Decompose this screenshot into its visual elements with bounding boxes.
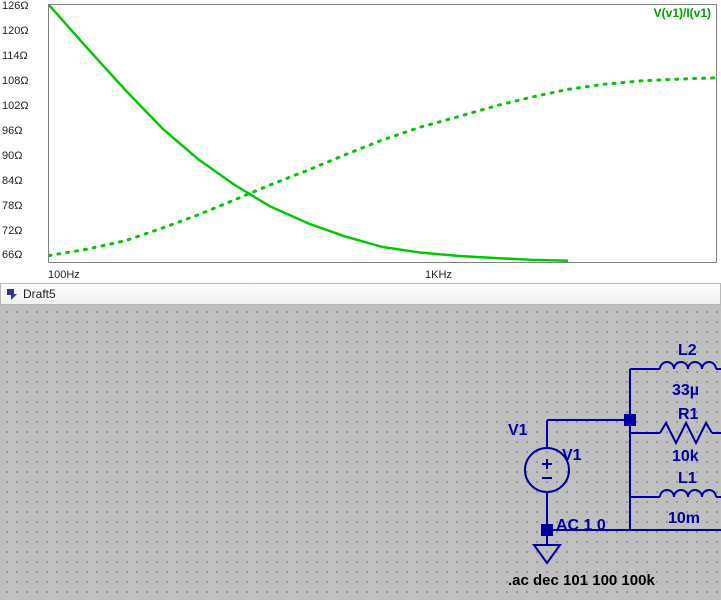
directive-ac[interactable]: AC 1 0	[556, 517, 606, 534]
x-tick: 100Hz	[48, 269, 80, 281]
label-r1-name[interactable]: R1	[678, 406, 699, 423]
y-tick: 108Ω	[2, 75, 29, 87]
component-r1[interactable]	[660, 423, 721, 443]
y-tick: 102Ω	[2, 100, 29, 112]
label-l2-value[interactable]: 33µ	[672, 382, 699, 399]
label-v1-name[interactable]: V1	[508, 422, 528, 439]
netlabel-v1[interactable]: V1	[562, 447, 582, 464]
label-l1-value[interactable]: 10m	[668, 510, 700, 527]
component-l2[interactable]	[660, 362, 721, 369]
y-tick: 84Ω	[2, 175, 22, 187]
schematic-titlebar[interactable]: Draft5	[0, 283, 721, 305]
ltspice-icon	[5, 287, 19, 301]
y-tick: 78Ω	[2, 200, 22, 212]
label-r1-value[interactable]: 10k	[672, 448, 699, 465]
schematic-editor[interactable]: V1 V1 L2 33µ R1 10k L1 10m	[0, 305, 721, 600]
trace-phase_aux[interactable]	[49, 78, 716, 256]
ground-symbol[interactable]	[534, 530, 560, 563]
trace-magnitude[interactable]	[49, 5, 568, 261]
y-tick: 114Ω	[2, 50, 28, 62]
waveform-plot[interactable]: V(v1)/I(v1) 126Ω 120Ω 114Ω 108Ω 102Ω 96Ω…	[0, 0, 721, 283]
component-l1[interactable]	[660, 490, 721, 497]
label-l2-name[interactable]: L2	[678, 342, 697, 359]
schematic-canvas[interactable]: V1 V1 L2 33µ R1 10k L1 10m	[0, 305, 721, 600]
directive-sim[interactable]: .ac dec 101 100 100k	[508, 572, 655, 589]
y-tick: 90Ω	[2, 150, 22, 162]
label-l1-name[interactable]: L1	[678, 470, 697, 487]
plot-canvas[interactable]	[48, 4, 717, 263]
plot-svg	[49, 5, 716, 262]
y-tick: 72Ω	[2, 225, 22, 237]
x-tick: 1KHz	[425, 269, 452, 281]
y-tick: 96Ω	[2, 125, 22, 137]
y-tick: 120Ω	[2, 25, 29, 37]
trace-label: V(v1)/I(v1)	[654, 6, 711, 20]
y-tick: 126Ω	[2, 0, 29, 12]
y-tick: 66Ω	[2, 249, 22, 261]
component-v1[interactable]	[525, 420, 569, 530]
window-title: Draft5	[23, 287, 56, 301]
